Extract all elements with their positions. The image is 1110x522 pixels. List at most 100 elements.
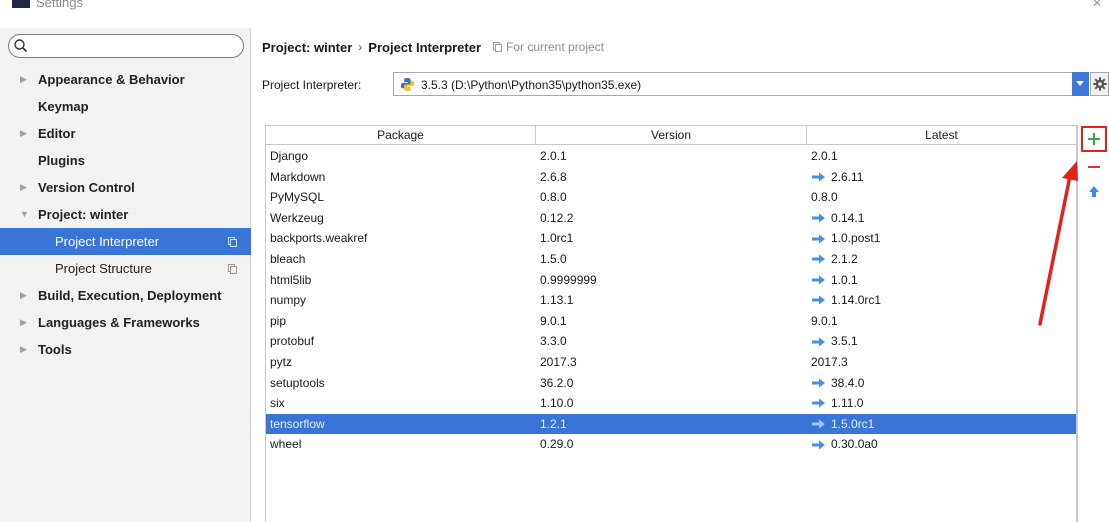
sidebar-item-tools[interactable]: ▶ Tools (0, 336, 251, 363)
sidebar-item-project-winter[interactable]: ▼ Project: winter (0, 201, 251, 228)
table-row[interactable]: numpy 1.13.1 1.14.0rc1 (266, 290, 1076, 311)
update-available-icon (812, 275, 825, 285)
main-panel: Project: winter › Project Interpreter Fo… (252, 28, 1110, 522)
sidebar-item-appearance-behavior[interactable]: ▶ Appearance & Behavior (0, 66, 251, 93)
sidebar-item-keymap[interactable]: Keymap (0, 93, 251, 120)
package-version-cell: 1.0rc1 (540, 231, 574, 246)
uninstall-package-button[interactable] (1081, 155, 1107, 181)
package-version-cell: 1.2.1 (540, 416, 567, 431)
sidebar-item-version-control[interactable]: ▶ Version Control (0, 174, 251, 201)
package-latest-cell: 2.1.2 (807, 249, 1076, 270)
table-row[interactable]: protobuf 3.3.0 3.5.1 (266, 331, 1076, 352)
sidebar-item-languages-frameworks[interactable]: ▶ Languages & Frameworks (0, 309, 251, 336)
sidebar-item-editor[interactable]: ▶ Editor (0, 120, 251, 147)
package-name-cell: numpy (270, 293, 307, 308)
chevron-right-icon[interactable]: ▶ (20, 336, 27, 363)
table-row[interactable]: wheel 0.29.0 0.30.0a0 (266, 434, 1076, 455)
latest-version-text: 9.0.1 (811, 313, 838, 328)
settings-nav: ▶ Appearance & Behavior Keymap ▶ Editor Plugi… (0, 66, 251, 363)
table-row[interactable]: bleach 1.5.0 2.1.2 (266, 249, 1076, 270)
package-name-cell: pip (270, 313, 287, 328)
column-header-version[interactable]: Version (536, 126, 807, 144)
package-latest-cell: 0.14.1 (807, 208, 1076, 229)
package-version-cell: 1.13.1 (540, 293, 574, 308)
interpreter-select[interactable]: 3.5.3 (D:\Python\Python35\python35.exe) (393, 72, 1089, 96)
package-name-cell: Django (270, 149, 309, 163)
chevron-down-icon[interactable]: ▼ (20, 201, 29, 228)
sidebar-item-plugins[interactable]: Plugins (0, 147, 251, 174)
table-header: Package Version Latest (266, 126, 1076, 145)
breadcrumb-project[interactable]: Project: winter (262, 40, 352, 55)
chevron-right-icon[interactable]: ▶ (20, 309, 27, 336)
app-icon (12, 0, 30, 8)
package-name-cell: wheel (270, 437, 302, 452)
table-row[interactable]: backports.weakref 1.0rc1 1.0.post1 (266, 228, 1076, 249)
package-latest-cell: 2.6.11 (807, 167, 1076, 188)
table-row[interactable]: html5lib 0.9999999 1.0.1 (266, 270, 1076, 291)
interpreter-label: Project Interpreter: (262, 78, 362, 92)
sidebar-item-label: Keymap (38, 99, 89, 114)
latest-version-text: 2.1.2 (831, 251, 858, 266)
package-version-cell: 0.12.2 (540, 210, 574, 225)
latest-version-text: 1.11.0 (831, 396, 864, 411)
gear-icon (1093, 77, 1107, 91)
package-latest-cell: 1.14.0rc1 (807, 290, 1076, 311)
table-row[interactable]: PyMySQL 0.8.0 0.8.0 (266, 187, 1076, 208)
latest-version-text: 2.0.1 (811, 149, 838, 163)
package-latest-cell: 0.8.0 (807, 187, 1076, 208)
table-row[interactable]: pytz 2017.3 2017.3 (266, 352, 1076, 373)
latest-version-text: 1.0.post1 (831, 231, 881, 246)
arrow-up-icon (1089, 186, 1099, 197)
package-version-cell: 0.29.0 (540, 437, 574, 452)
chevron-down-icon[interactable] (1072, 72, 1089, 96)
sidebar-item-label: Languages & Frameworks (38, 315, 200, 330)
search-icon (14, 39, 28, 53)
search-input[interactable] (31, 37, 236, 55)
sidebar-item-label: Build, Execution, Deployment (38, 288, 222, 303)
column-header-package[interactable]: Package (266, 126, 536, 144)
table-body: Django 2.0.1 2.0.1 Markdown 2.6.8 2.6.11 PyMyS… (266, 146, 1076, 455)
table-row[interactable]: Markdown 2.6.8 2.6.11 (266, 167, 1076, 188)
update-available-icon (812, 440, 825, 450)
sidebar-item-project-structure[interactable]: Project Structure (0, 255, 251, 282)
chevron-right-icon[interactable]: ▶ (20, 282, 27, 309)
package-latest-cell: 38.4.0 (807, 373, 1076, 394)
close-icon[interactable]: ✕ (1092, 0, 1102, 10)
update-available-icon (812, 378, 825, 388)
chevron-right-icon[interactable]: ▶ (20, 66, 27, 93)
settings-search[interactable] (8, 34, 244, 58)
sidebar-item-build-execution-deployment[interactable]: ▶ Build, Execution, Deployment (0, 282, 251, 309)
package-latest-cell: 1.0.post1 (807, 228, 1076, 249)
latest-version-text: 3.5.1 (831, 334, 858, 349)
sidebar-item-label: Version Control (38, 180, 135, 195)
table-row[interactable]: Django 2.0.1 2.0.1 (266, 146, 1076, 167)
table-row[interactable]: pip 9.0.1 9.0.1 (266, 311, 1076, 332)
table-row[interactable]: six 1.10.0 1.11.0 (266, 393, 1076, 414)
column-header-latest[interactable]: Latest (807, 126, 1076, 144)
project-scope-icon (228, 237, 237, 247)
update-available-icon (812, 295, 825, 305)
sidebar-item-project-interpreter[interactable]: Project Interpreter (0, 228, 251, 255)
latest-version-text: 2017.3 (811, 354, 848, 369)
install-package-button[interactable] (1081, 126, 1107, 152)
package-version-cell: 0.9999999 (540, 272, 597, 287)
table-row[interactable]: setuptools 36.2.0 38.4.0 (266, 373, 1076, 394)
sidebar-item-label: Project: winter (38, 207, 129, 222)
interpreter-settings-button[interactable] (1090, 72, 1109, 96)
sidebar-item-label: Project Interpreter (55, 234, 160, 249)
minus-icon (1088, 166, 1100, 168)
package-name-cell: Werkzeug (270, 210, 324, 225)
package-version-cell: 2.6.8 (540, 169, 567, 184)
table-row[interactable]: Werkzeug 0.12.2 0.14.1 (266, 208, 1076, 229)
sidebar-item-label: Plugins (38, 153, 85, 168)
sidebar-item-label: Appearance & Behavior (38, 72, 185, 87)
package-version-cell: 1.10.0 (540, 396, 574, 411)
package-latest-cell: 1.11.0 (807, 393, 1076, 414)
upgrade-package-button[interactable] (1081, 180, 1107, 206)
breadcrumb-scope: For current project (506, 40, 605, 54)
chevron-right-icon[interactable]: ▶ (20, 120, 27, 147)
chevron-right-icon[interactable]: ▶ (20, 174, 27, 201)
package-latest-cell: 1.0.1 (807, 270, 1076, 291)
window-title: Settings (36, 0, 83, 10)
table-row[interactable]: tensorflow 1.2.1 1.5.0rc1 (266, 413, 1076, 435)
